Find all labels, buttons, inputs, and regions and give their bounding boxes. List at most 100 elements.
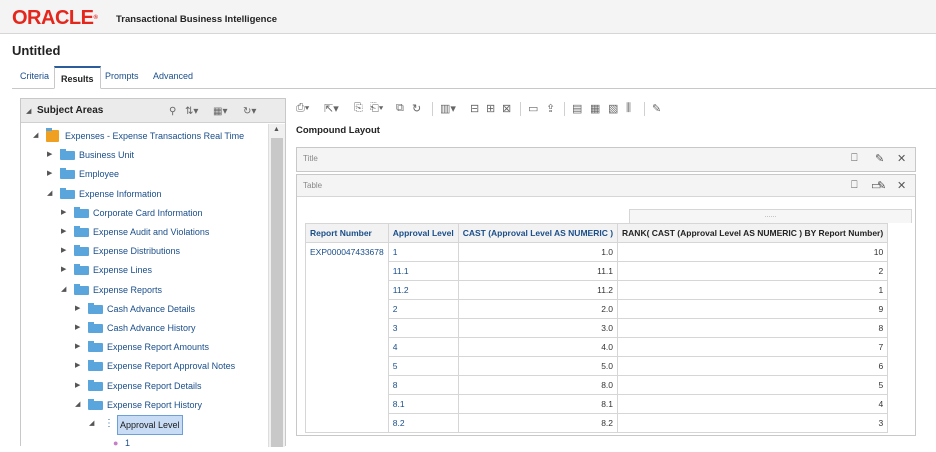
rename-view-icon[interactable]: ⎕ [851, 152, 858, 165]
scroll-up-arrow[interactable]: ▲ [273, 126, 280, 133]
title-view: Title ⎕ ✎ ✕ [296, 147, 916, 172]
cell-rank: 8 [617, 318, 889, 338]
folder-icon [88, 322, 103, 333]
tree-scrollbar[interactable]: ▲ [268, 124, 285, 447]
cell-approval-level: 5 [387, 356, 459, 376]
cell-approval-level: 1 [387, 242, 459, 262]
page-title: Untitled [12, 43, 61, 58]
refresh-results-icon[interactable]: ↻ [412, 102, 421, 115]
selection-steps-icon[interactable]: ⊠ [502, 102, 511, 115]
expand-arrow-icon[interactable]: ▶ [75, 319, 80, 337]
edit-view-icon[interactable]: ✎ [877, 179, 886, 192]
expand-arrow-icon[interactable]: ▶ [75, 338, 80, 356]
cell-approval-level: 8 [387, 375, 459, 395]
expand-arrow-icon[interactable]: ▶ [75, 377, 80, 395]
expand-arrow-icon[interactable]: ▶ [47, 146, 52, 164]
tree-node-label: Expense Audit and Violations [93, 227, 210, 237]
cell-rank: 10 [617, 242, 889, 262]
cell-rank: 1 [617, 280, 889, 300]
cell-cast-value: 5.0 [457, 356, 619, 376]
split-icon[interactable]: ⫼ [626, 102, 631, 115]
collapse-panel-icon[interactable]: ◢ [26, 107, 31, 115]
rename-view-icon[interactable]: ⎕ [851, 179, 858, 192]
cell-approval-level: 8.2 [387, 413, 459, 433]
rank-column-header-handle[interactable]: ...... [629, 209, 912, 223]
folder-icon [88, 398, 103, 410]
tree-node-label: Cash Advance History [107, 323, 196, 333]
tab-criteria[interactable]: Criteria [20, 71, 49, 81]
tree-node-label: Cash Advance Details [107, 303, 196, 314]
tree-node-label: Expense Distributions [93, 246, 181, 257]
tab-results[interactable]: Results [54, 66, 101, 89]
copy-icon[interactable]: ⎘ [354, 102, 363, 115]
cell-approval-level: 2 [387, 299, 459, 319]
scroll-thumb[interactable] [271, 138, 283, 447]
group-icon[interactable]: ⊞ [486, 102, 495, 115]
folder-icon [88, 302, 103, 314]
expand-arrow-icon[interactable]: ▶ [61, 223, 66, 241]
subject-areas-header: ◢ Subject Areas ⚲ ⇅▾ ▦▾ ↻▾ [21, 99, 285, 123]
print-icon[interactable]: ⎙▾ [296, 102, 309, 115]
sort-icon[interactable]: ⇅▾ [185, 106, 198, 117]
preview-icon[interactable]: ⧉ [396, 102, 404, 115]
add-subject-area-icon[interactable]: ▦▾ [213, 106, 227, 117]
cell-approval-level: 8.1 [387, 394, 459, 414]
table-view: Table ⎕ ▭ ✎ ✕ ...... Report Number Appro… [296, 174, 916, 436]
table-view-label: Table [303, 181, 323, 190]
expand-arrow-icon[interactable]: ▶ [61, 242, 66, 260]
tree-node-label: Expense Lines [93, 265, 153, 276]
cell-cast-value: 1.0 [457, 242, 619, 262]
expand-arrow-icon[interactable]: ▶ [61, 261, 66, 279]
tree-node-label: Expense Report Approval Notes [107, 361, 236, 372]
column-header-approval-level[interactable]: Approval Level [387, 223, 459, 243]
cell-cast-value: 2.0 [457, 299, 619, 319]
collapse-arrow-icon[interactable]: ◢ [47, 185, 52, 203]
column-properties-icon[interactable]: ▭ [528, 102, 538, 115]
import-icon[interactable]: ⇪ [546, 102, 555, 115]
table-row: 3 3.0 8 [305, 318, 889, 338]
cell-cast-value: 3.0 [457, 318, 619, 338]
new-view-icon[interactable]: ▥▾ [440, 102, 456, 115]
folder-icon [60, 149, 75, 161]
align-icon[interactable]: ▧ [608, 102, 618, 115]
filter-icon[interactable]: ⊟ [470, 102, 479, 115]
folder-icon [74, 264, 89, 276]
collapse-arrow-icon[interactable]: ◢ [61, 281, 66, 299]
expand-arrow-icon[interactable]: ▶ [47, 165, 52, 183]
tree-node-label: Expenses - Expense Transactions Real Tim… [65, 131, 245, 141]
cell-approval-level: 3 [387, 318, 459, 338]
expand-arrow-icon[interactable]: ▶ [75, 357, 80, 375]
table-row: EXP000047433678 1 1.0 10 [305, 242, 889, 262]
table-row: 11.2 11.2 1 [305, 280, 889, 300]
tab-advanced[interactable]: Advanced [153, 71, 193, 81]
format-icon[interactable]: ▦ [590, 102, 600, 115]
column-header-report-number[interactable]: Report Number [305, 223, 389, 243]
collapse-arrow-icon[interactable]: ◢ [75, 396, 80, 414]
collapse-arrow-icon[interactable]: ◢ [89, 415, 94, 433]
collapse-arrow-icon[interactable]: ◢ [33, 127, 38, 145]
expand-arrow-icon[interactable]: ▶ [75, 300, 80, 318]
layout-icon[interactable]: ▤ [572, 102, 582, 115]
export-icon[interactable]: ⇱▾ [324, 102, 339, 115]
cell-rank: 7 [617, 337, 889, 357]
edit-analysis-icon[interactable]: ✎ [652, 102, 661, 115]
edit-view-icon[interactable]: ✎ [875, 152, 884, 165]
cell-report-number [305, 394, 389, 414]
remove-view-icon[interactable]: ✕ [897, 152, 906, 165]
refresh-icon[interactable]: ↻▾ [243, 106, 256, 117]
tab-prompts[interactable]: Prompts [105, 71, 139, 81]
cell-rank: 5 [617, 375, 889, 395]
cell-report-number [305, 280, 389, 300]
remove-view-icon[interactable]: ✕ [897, 179, 906, 192]
cell-rank: 4 [617, 394, 889, 414]
column-header-cast-approval-level[interactable]: CAST (Approval Level AS NUMERIC ) [457, 223, 619, 243]
search-icon[interactable]: ⚲ [169, 106, 176, 117]
cell-cast-value: 8.0 [457, 375, 619, 395]
column-header-rank[interactable]: RANK( CAST (Approval Level AS NUMERIC ) … [617, 223, 889, 243]
expand-arrow-icon[interactable]: ▶ [61, 204, 66, 222]
folder-icon [74, 226, 89, 237]
paste-icon[interactable]: ⎗▾ [370, 102, 383, 115]
cell-report-number [305, 356, 389, 376]
oracle-logo: ORACLE® [12, 7, 98, 29]
compound-layout-title: Compound Layout [296, 125, 380, 136]
